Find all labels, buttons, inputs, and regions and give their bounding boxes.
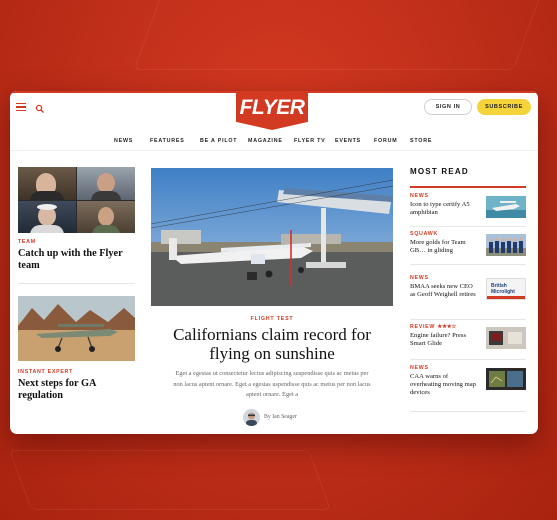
most-read-divider xyxy=(410,264,526,265)
nav-item-features[interactable]: FEATURES xyxy=(150,138,185,144)
nav-item-magazine[interactable]: MAGAZINE xyxy=(248,138,283,144)
most-read-item[interactable]: NEWS Icon to type certify A5 amphibian xyxy=(410,193,526,218)
most-read-heading: MOST READ xyxy=(410,167,469,176)
amphibian-thumbnail[interactable] xyxy=(486,196,526,218)
most-read-title[interactable]: BMAA seeks new CEO as Geoff Weighell ret… xyxy=(410,283,478,299)
most-read-underline xyxy=(410,186,526,188)
search-icon[interactable] xyxy=(35,101,45,113)
nav-item-be-a-pilot[interactable]: BE A PILOT xyxy=(200,138,237,144)
most-read-item[interactable]: NEWS BMAA seeks new CEO as Geoff Weighel… xyxy=(410,275,526,300)
background-decor xyxy=(133,0,547,70)
nav-item-news[interactable]: NEWS xyxy=(114,138,133,144)
bmaa-logo-text: British Microlight xyxy=(491,283,515,295)
team-gb-thumbnail[interactable] xyxy=(486,234,526,256)
story-kicker: TEAM xyxy=(18,239,36,245)
hamburger-icon[interactable] xyxy=(16,103,26,112)
website-window: FLYER SIGN IN SUBSCRIBE NEWS FEATURES BE… xyxy=(10,91,538,434)
nav-item-store[interactable]: STORE xyxy=(410,138,432,144)
story-headline[interactable]: Next steps for GA regulation xyxy=(18,378,128,401)
moving-map-thumbnail[interactable] xyxy=(486,368,526,390)
most-read-divider xyxy=(410,359,526,360)
hero-headline[interactable]: Californians claim record for flying on … xyxy=(151,325,393,363)
nav-item-flyer-tv[interactable]: FLYER TV xyxy=(294,138,326,144)
most-read-item[interactable]: NEWS CAA warns of overheating moving map… xyxy=(410,365,526,397)
header-divider xyxy=(10,150,538,151)
story-headline[interactable]: Catch up with the Flyer team xyxy=(18,248,128,271)
most-read-divider xyxy=(410,411,526,412)
story-kicker: INSTANT EXPERT xyxy=(18,369,74,375)
review-kicker: REVIEW xyxy=(410,324,436,330)
story-divider xyxy=(18,283,135,284)
most-read-item[interactable]: SQUAWK More golds for Team GB… in glidin… xyxy=(410,231,526,256)
most-read-title[interactable]: More golds for Team GB… in gliding xyxy=(410,239,478,255)
hero-kicker: FLIGHT TEST xyxy=(250,316,294,322)
hero-solar-aircraft-image[interactable] xyxy=(151,168,393,306)
author-avatar[interactable] xyxy=(243,409,260,426)
most-read-title[interactable]: Engine failure? Press Smart Glide xyxy=(410,332,478,348)
most-read-title[interactable]: Icon to type certify A5 amphibian xyxy=(410,201,478,217)
flyer-logo[interactable]: FLYER xyxy=(236,93,308,130)
ga-aircraft-image[interactable] xyxy=(18,296,135,361)
most-read-title[interactable]: CAA warns of overheating moving map devi… xyxy=(410,373,478,397)
accent-topbar xyxy=(10,91,538,93)
subscribe-button[interactable]: SUBSCRIBE xyxy=(477,99,531,115)
bmaa-logo-thumbnail[interactable]: British Microlight xyxy=(486,278,526,300)
avionics-thumbnail[interactable] xyxy=(486,327,526,349)
most-read-divider xyxy=(410,319,526,320)
hero-summary: Eget a egestas ut consectetur lectus adi… xyxy=(173,370,371,398)
rating-stars: ★★★☆ xyxy=(437,324,457,330)
nav-item-events[interactable]: EVENTS xyxy=(335,138,361,144)
background-decor xyxy=(9,450,331,510)
team-video-call-image[interactable] xyxy=(18,167,135,233)
nav-item-forum[interactable]: FORUM xyxy=(374,138,397,144)
most-read-divider xyxy=(410,226,526,227)
sign-in-button[interactable]: SIGN IN xyxy=(424,99,472,115)
byline-author[interactable]: By Ian Seager xyxy=(264,414,297,420)
main-nav: NEWS FEATURES BE A PILOT MAGAZINE FLYER … xyxy=(10,135,538,149)
most-read-item[interactable]: REVIEW ★★★☆ Engine failure? Press Smart … xyxy=(410,324,526,349)
